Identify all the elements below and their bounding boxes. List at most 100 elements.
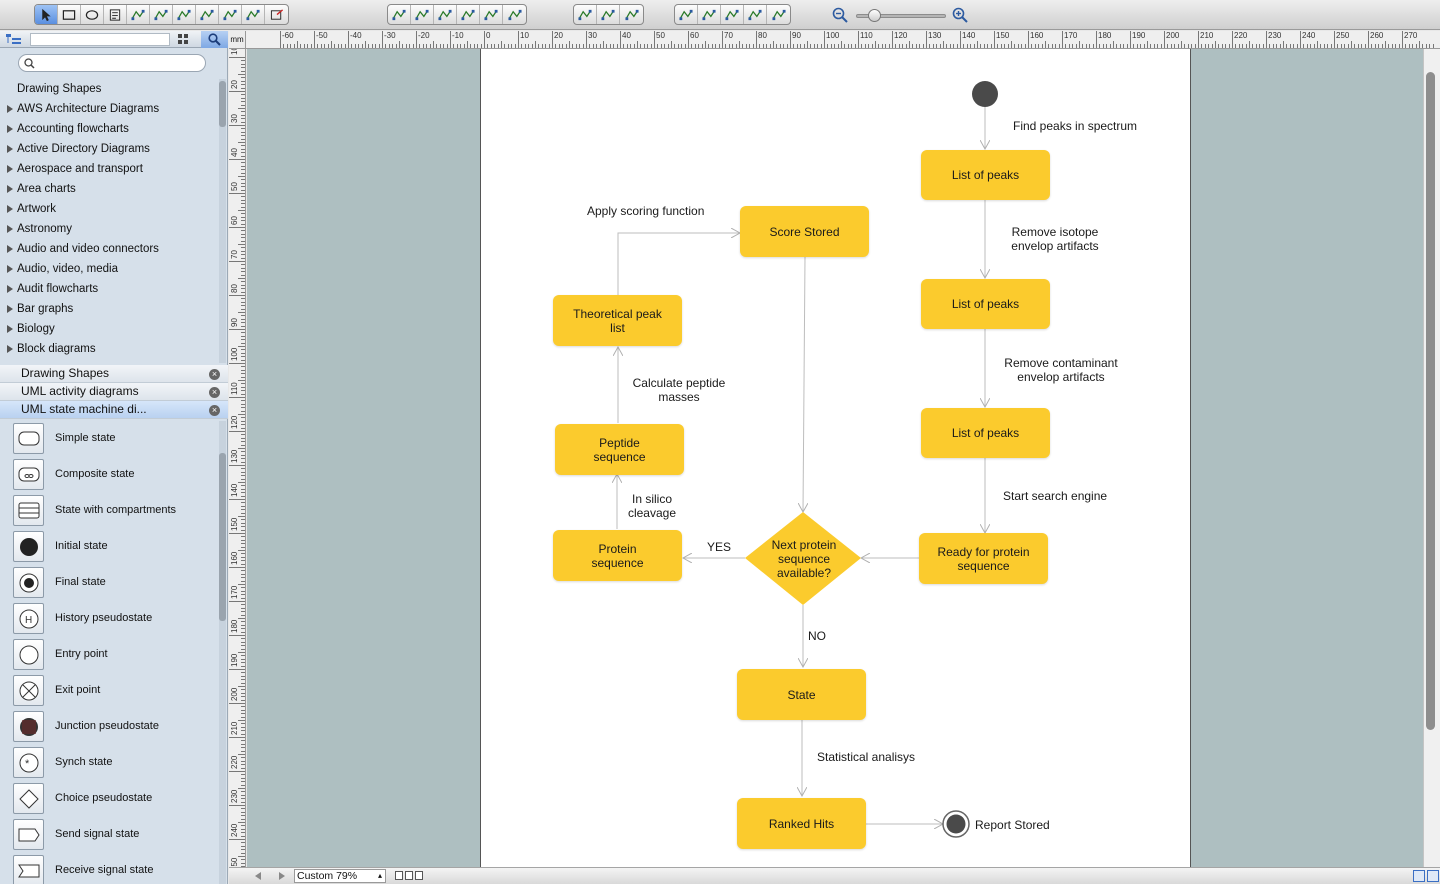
shape-item[interactable]: Choice pseudostate [0,781,218,817]
fit-width-icon[interactable] [1427,870,1439,882]
expand-triangle-icon[interactable] [7,325,13,333]
state-list-of-peaks-2[interactable]: List of peaks [921,279,1050,329]
history-icon[interactable]: H [13,603,44,634]
arc-button[interactable] [411,5,434,24]
library-search-input[interactable] [18,54,206,72]
library-item[interactable]: Audio, video, media [0,259,218,279]
library-item[interactable]: Bar graphs [0,299,218,319]
page-nav-right-icon[interactable] [279,872,285,880]
expand-triangle-icon[interactable] [7,105,13,113]
shape-item[interactable]: Send signal state [0,817,218,853]
simple-state-icon[interactable] [13,423,44,454]
expand-triangle-icon[interactable] [7,185,13,193]
shape-item[interactable]: H History pseudostate [0,601,218,637]
snap-button[interactable] [574,5,597,24]
library-item[interactable]: Astronomy [0,219,218,239]
expand-triangle-icon[interactable] [7,205,13,213]
expand-triangle-icon[interactable] [7,285,13,293]
polyline-button[interactable] [457,5,480,24]
zoom-button[interactable] [698,5,721,24]
library-item[interactable]: Active Directory Diagrams [0,139,218,159]
library-item[interactable]: Biology [0,319,218,339]
close-icon[interactable]: × [209,405,220,416]
shape-item[interactable]: Entry point [0,637,218,673]
state-list-of-peaks-3[interactable]: List of peaks [921,408,1050,458]
composite-state-icon[interactable] [13,459,44,490]
stamp-button[interactable] [744,5,767,24]
open-library-tab[interactable]: UML activity diagrams × [0,383,228,401]
state-state[interactable]: State [737,669,866,720]
library-list-scroll-thumb[interactable] [219,81,226,127]
zoom-in-icon[interactable] [952,7,968,23]
pan-button[interactable] [721,5,744,24]
library-item[interactable]: Artwork [0,199,218,219]
close-icon[interactable]: × [209,369,220,380]
fit-page-icon[interactable] [1413,870,1425,882]
connector-curve-button[interactable] [219,5,242,24]
connector-smart-button[interactable] [173,5,196,24]
ungroup-button[interactable] [620,5,643,24]
state-peptide-sequence[interactable]: Peptide sequence [555,424,684,475]
canvas-vertical-scroll-thumb[interactable] [1426,72,1435,730]
search-tab[interactable] [201,31,228,48]
shape-item[interactable]: State with compartments [0,493,218,529]
entry-point-icon[interactable] [13,639,44,670]
grid-view-icon[interactable] [177,33,191,46]
shape-item[interactable]: Simple state [0,421,218,457]
send-signal-icon[interactable] [13,819,44,850]
sidebar-tab-field[interactable] [30,33,170,46]
rectangle-button[interactable] [58,5,81,24]
expand-triangle-icon[interactable] [7,145,13,153]
shape-item[interactable]: * Synch state [0,745,218,781]
synch-icon[interactable]: * [13,747,44,778]
bezier-button[interactable] [434,5,457,24]
shape-item[interactable]: Receive signal state [0,853,218,884]
expand-triangle-icon[interactable] [7,345,13,353]
library-item[interactable]: AWS Architecture Diagrams [0,99,218,119]
library-item[interactable]: Audit flowcharts [0,279,218,299]
zoom-slider-knob[interactable] [868,9,881,22]
shape-item[interactable]: Final state [0,565,218,601]
drawing-canvas[interactable]: List of peaks List of peaks List of peak… [247,49,1423,867]
library-item[interactable]: Audio and video connectors [0,239,218,259]
expand-triangle-icon[interactable] [7,265,13,273]
expand-triangle-icon[interactable] [7,165,13,173]
rotate-button[interactable] [675,5,698,24]
freehand-button[interactable] [503,5,526,24]
exit-point-icon[interactable] [13,675,44,706]
shape-list-scroll-thumb[interactable] [219,453,226,621]
page-nav-left-icon[interactable] [255,872,261,880]
expand-triangle-icon[interactable] [7,225,13,233]
library-item[interactable]: Accounting flowcharts [0,119,218,139]
group-button[interactable] [597,5,620,24]
shape-item[interactable]: Initial state [0,529,218,565]
ellipse-button[interactable] [81,5,104,24]
connector-straight-button[interactable] [150,5,173,24]
expand-triangle-icon[interactable] [7,125,13,133]
close-icon[interactable]: × [209,387,220,398]
final-state-icon[interactable] [13,567,44,598]
library-item[interactable]: Area charts [0,179,218,199]
line-button[interactable] [388,5,411,24]
expand-triangle-icon[interactable] [7,245,13,253]
choice-icon[interactable] [13,783,44,814]
shape-item[interactable]: Junction pseudostate [0,709,218,745]
tree-view-icon[interactable] [5,33,23,46]
spline-button[interactable] [480,5,503,24]
state-list-of-peaks-1[interactable]: List of peaks [921,150,1050,200]
state-score-stored[interactable]: Score Stored [740,206,869,257]
state-ranked-hits[interactable]: Ranked Hits [737,798,866,849]
zoom-select[interactable]: Custom 79% ▴ [294,869,386,883]
state-protein-sequence[interactable]: Protein sequence [553,530,682,581]
connector-button[interactable] [127,5,150,24]
initial-state-icon[interactable] [13,531,44,562]
library-item[interactable]: Drawing Shapes [0,79,218,99]
shape-item[interactable]: Exit point [0,673,218,709]
page-view-icons[interactable] [395,871,427,881]
open-library-tab[interactable]: Drawing Shapes × [0,365,228,383]
open-library-tab[interactable]: UML state machine di... × [0,401,228,419]
connector-chain-button[interactable] [242,5,265,24]
library-item[interactable]: Bubble diagrams [0,359,218,363]
initial-state-node[interactable] [972,81,998,107]
pointer-button[interactable] [35,5,58,24]
